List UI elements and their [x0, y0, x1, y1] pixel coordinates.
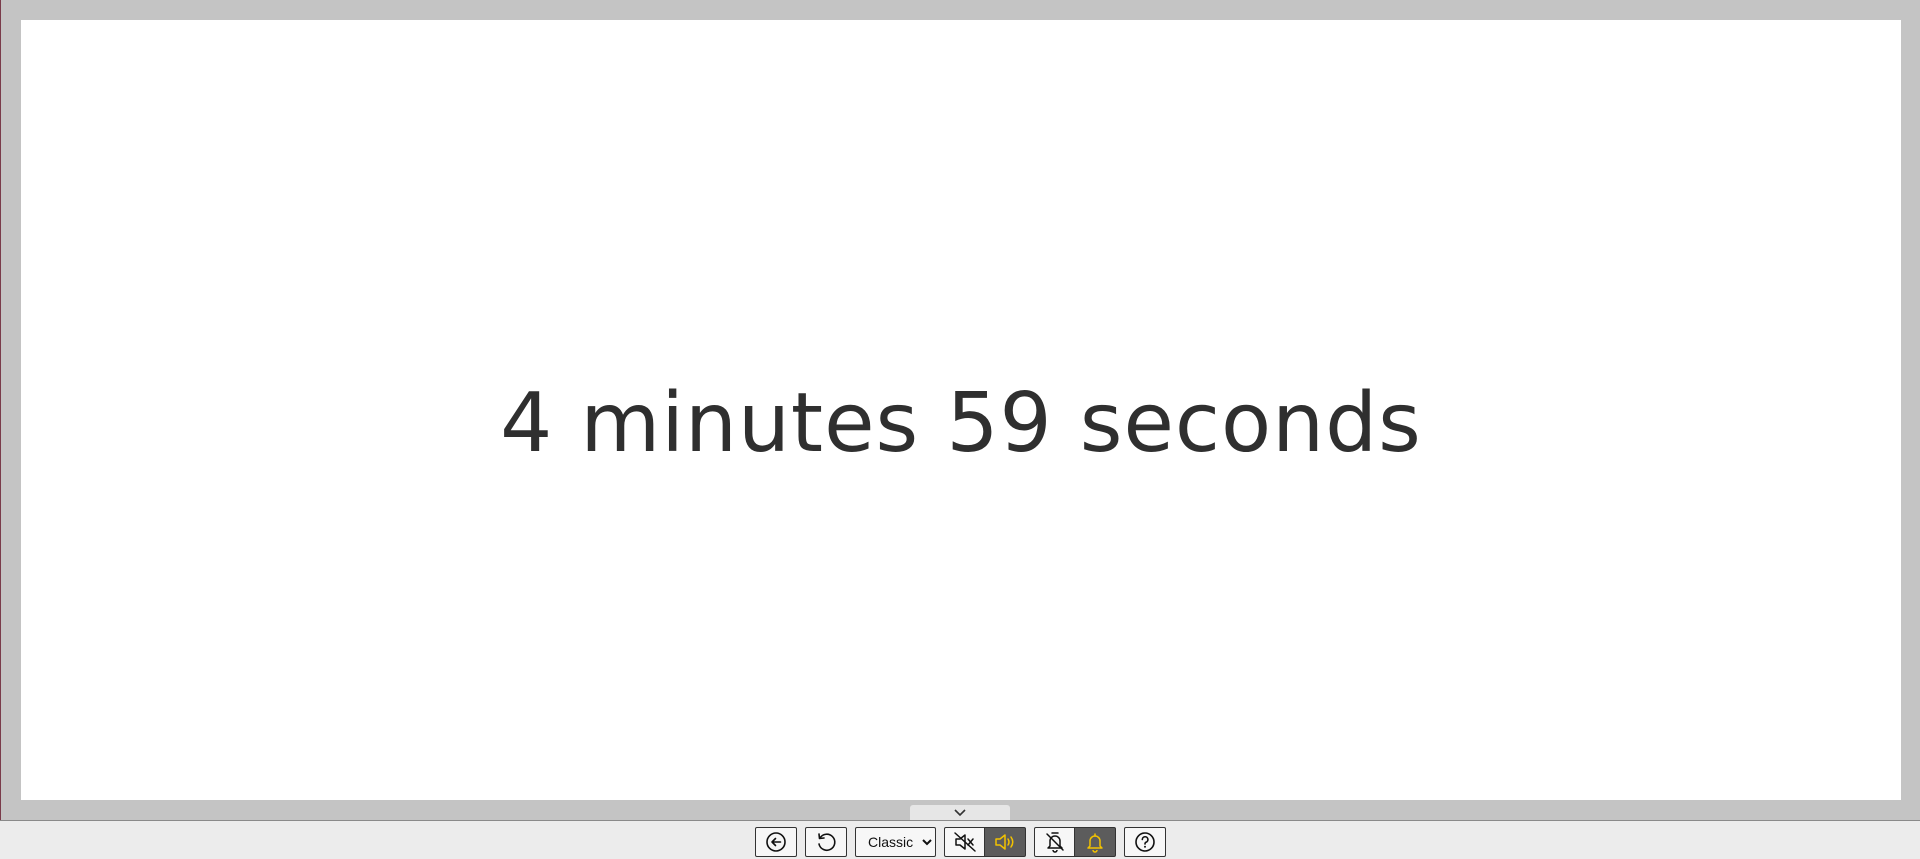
speaker-mute-icon: [953, 832, 976, 852]
bell-off-icon: [1045, 832, 1064, 853]
reset-icon: [818, 833, 836, 851]
style-select-wrap: Classic: [855, 827, 936, 857]
timer-text: 4 minutes 59 seconds: [500, 375, 1422, 471]
back-button[interactable]: [755, 827, 797, 857]
bell-on-button[interactable]: [1075, 827, 1116, 857]
timer-display: 4 minutes 59 seconds: [21, 20, 1901, 800]
bell-on-icon: [1087, 833, 1103, 853]
help-button[interactable]: [1124, 827, 1166, 857]
speaker-on-icon: [995, 834, 1014, 850]
back-arrow-icon: [766, 832, 786, 852]
mute-button[interactable]: [944, 827, 985, 857]
collapse-toolbar-button[interactable]: [910, 805, 1010, 821]
help-icon: [1135, 832, 1155, 852]
timer-frame: 4 minutes 59 seconds: [0, 0, 1920, 820]
style-select[interactable]: Classic: [855, 827, 936, 857]
reset-button[interactable]: [805, 827, 847, 857]
bell-off-button[interactable]: [1034, 827, 1075, 857]
toolbar: Classic: [0, 820, 1920, 859]
sound-on-button[interactable]: [985, 827, 1026, 857]
chevron-down-icon: [954, 809, 966, 817]
